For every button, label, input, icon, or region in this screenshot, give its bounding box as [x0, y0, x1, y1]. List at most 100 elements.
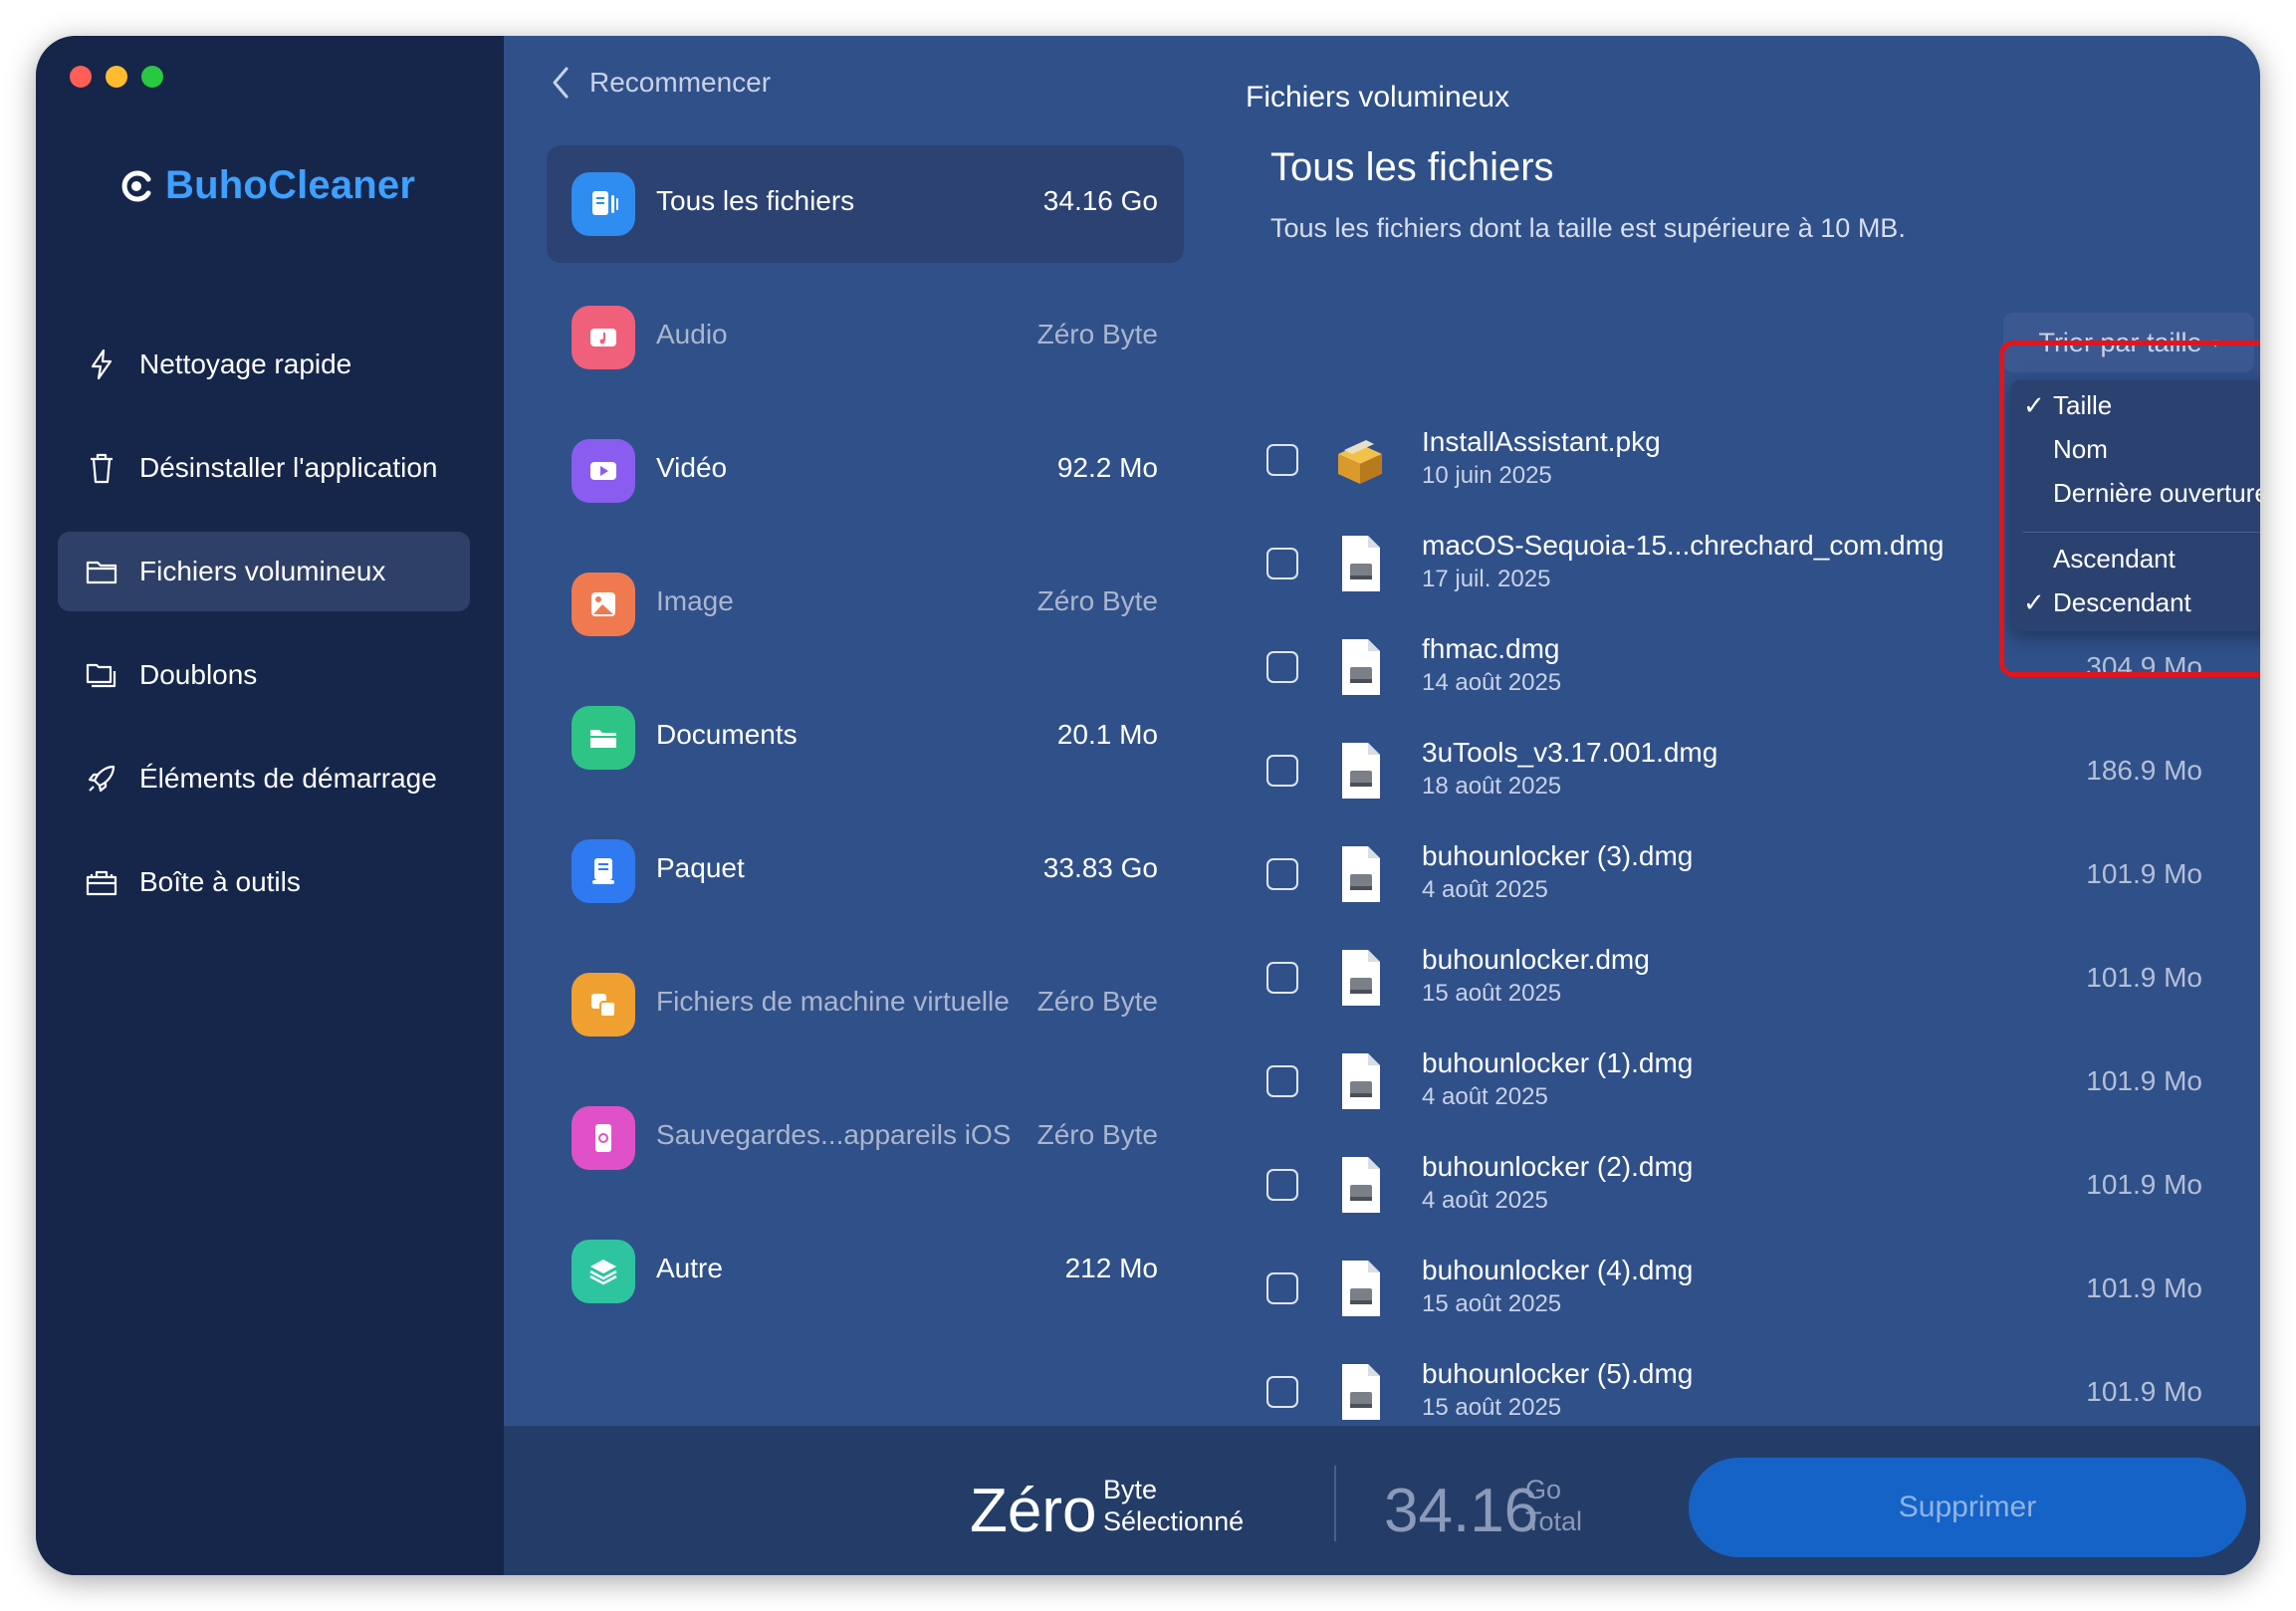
package-icon — [572, 839, 635, 903]
file-size: 101.9 Mo — [2086, 1169, 2202, 1200]
close-window-button[interactable] — [70, 66, 92, 88]
sort-option-label: Taille — [2053, 390, 2113, 420]
category-machine-virtuelle[interactable]: Fichiers de machine virtuelle Zéro Byte — [547, 946, 1184, 1063]
file-row[interactable]: buhounlocker (4).dmg 15 août 2025 101.9 … — [1266, 1237, 2202, 1340]
sort-label: Trier par taille — [2038, 327, 2202, 357]
files-icon — [572, 172, 635, 236]
total-size-label: Total — [1525, 1506, 1583, 1537]
category-label: Documents — [656, 719, 798, 750]
sidebar-item-doublons[interactable]: Doublons — [58, 635, 470, 715]
total-size-caption: Go Total — [1525, 1474, 1582, 1538]
category-label: Paquet — [656, 852, 745, 883]
sidebar-item-label: Doublons — [139, 659, 258, 690]
category-size: Zéro Byte — [1036, 319, 1158, 349]
brand: BuhoCleaner — [119, 163, 415, 208]
category-label: Image — [656, 585, 734, 616]
file-date: 4 août 2025 — [1422, 1083, 1548, 1110]
sidebar-item-boite-outils[interactable]: Boîte à outils — [58, 842, 470, 922]
back-label: Recommencer — [589, 67, 772, 98]
sidebar-item-elements-demarrage[interactable]: Éléments de démarrage — [58, 739, 470, 818]
selected-size-unit: Byte — [1103, 1475, 1158, 1504]
sort-dropdown-button[interactable]: Trier par taille ▾ — [2003, 313, 2254, 372]
folders-icon — [86, 663, 116, 688]
sort-option-ascendant[interactable]: Ascendant — [2011, 538, 2260, 577]
menu-separator — [2023, 532, 2260, 533]
category-size: 92.2 Mo — [1056, 452, 1158, 483]
minimize-window-button[interactable] — [106, 66, 127, 88]
file-name: buhounlocker (3).dmg — [1422, 840, 1694, 871]
category-size: 212 Mo — [1064, 1253, 1158, 1283]
category-paquet[interactable]: Paquet 33.83 Go — [547, 812, 1184, 930]
file-row[interactable]: buhounlocker (2).dmg 4 août 2025 101.9 M… — [1266, 1133, 2202, 1237]
delete-button[interactable]: Supprimer — [1689, 1458, 2246, 1557]
category-size: Zéro Byte — [1036, 585, 1158, 616]
sort-option-taille[interactable]: ✓ Taille — [2011, 384, 2260, 424]
checkmark-icon: ✓ — [2023, 587, 2045, 617]
phone-icon — [572, 1106, 635, 1170]
file-checkbox[interactable] — [1266, 548, 1298, 579]
file-size: 101.9 Mo — [2086, 962, 2202, 993]
file-date: 15 août 2025 — [1422, 1394, 1562, 1421]
category-size: Zéro Byte — [1036, 1119, 1158, 1150]
dmg-icon — [1342, 743, 1380, 799]
sidebar-item-fichiers-volumineux[interactable]: Fichiers volumineux — [58, 532, 470, 611]
bolt-icon — [91, 348, 113, 380]
category-tous-les-fichiers[interactable]: Tous les fichiers 34.16 Go — [547, 145, 1184, 263]
sidebar-item-desinstaller[interactable]: Désinstaller l'application — [58, 428, 470, 508]
category-autre[interactable]: Autre 212 Mo — [547, 1213, 1184, 1330]
category-video[interactable]: Vidéo 92.2 Mo — [547, 412, 1184, 530]
file-row[interactable]: buhounlocker (3).dmg 4 août 2025 101.9 M… — [1266, 822, 2202, 926]
folder-icon — [86, 561, 117, 584]
zoom-window-button[interactable] — [141, 66, 163, 88]
app-window: BuhoCleaner Nettoyage rapide Désinstalle… — [36, 36, 2260, 1575]
category-documents[interactable]: Documents 20.1 Mo — [547, 679, 1184, 797]
file-date: 15 août 2025 — [1422, 980, 1562, 1007]
chevron-left-icon — [553, 67, 569, 99]
category-size: Zéro Byte — [1036, 986, 1158, 1017]
sort-option-label: Nom — [2053, 434, 2108, 464]
file-checkbox[interactable] — [1266, 755, 1298, 787]
toolbox-icon — [86, 870, 117, 896]
sort-option-label: Descendant — [2053, 587, 2191, 617]
sort-option-derniere-ouverture[interactable]: Dernière ouverture — [2011, 472, 2260, 512]
file-date: 10 juin 2025 — [1422, 462, 1552, 489]
category-sauvegardes-ios[interactable]: Sauvegardes...appareils iOS Zéro Byte — [547, 1079, 1184, 1197]
file-checkbox[interactable] — [1266, 1376, 1298, 1408]
music-icon — [572, 306, 635, 369]
file-checkbox[interactable] — [1266, 858, 1298, 890]
category-image[interactable]: Image Zéro Byte — [547, 546, 1184, 663]
file-checkbox[interactable] — [1266, 1272, 1298, 1304]
sort-option-descendant[interactable]: ✓ Descendant — [2011, 581, 2260, 621]
file-row[interactable]: buhounlocker.dmg 15 août 2025 101.9 Mo — [1266, 926, 2202, 1030]
sidebar: BuhoCleaner Nettoyage rapide Désinstalle… — [36, 36, 504, 1575]
category-list: Tous les fichiers 34.16 Go Audio Zéro By… — [547, 145, 1184, 1346]
file-date: 14 août 2025 — [1422, 669, 1562, 696]
back-button[interactable]: Recommencer — [550, 66, 771, 100]
file-checkbox[interactable] — [1266, 1065, 1298, 1097]
bottom-bar: Zéro Byte Sélectionné 34.16 Go Total Sup… — [504, 1426, 2260, 1575]
file-row[interactable]: buhounlocker (1).dmg 4 août 2025 101.9 M… — [1266, 1030, 2202, 1133]
dmg-icon — [1342, 1053, 1380, 1109]
sidebar-nav: Nettoyage rapide Désinstaller l'applicat… — [58, 325, 470, 946]
sidebar-item-nettoyage-rapide[interactable]: Nettoyage rapide — [58, 325, 470, 404]
file-name: InstallAssistant.pkg — [1422, 426, 1661, 457]
file-row[interactable]: 3uTools_v3.17.001.dmg 18 août 2025 186.9… — [1266, 719, 2202, 822]
image-icon — [572, 573, 635, 636]
file-checkbox[interactable] — [1266, 444, 1298, 476]
file-date: 18 août 2025 — [1422, 773, 1562, 800]
file-name: buhounlocker (2).dmg — [1422, 1151, 1694, 1182]
file-name: buhounlocker (4).dmg — [1422, 1255, 1694, 1285]
category-audio[interactable]: Audio Zéro Byte — [547, 279, 1184, 396]
window-controls — [70, 66, 163, 88]
file-checkbox[interactable] — [1266, 962, 1298, 994]
file-name: macOS-Sequoia-15...chrechard_com.dmg — [1422, 530, 1945, 561]
sort-option-label: Dernière ouverture — [2053, 478, 2260, 508]
file-checkbox[interactable] — [1266, 651, 1298, 683]
vm-icon — [572, 973, 635, 1036]
dmg-icon — [1342, 536, 1380, 591]
file-date: 4 août 2025 — [1422, 876, 1548, 903]
sort-option-nom[interactable]: Nom — [2011, 428, 2260, 468]
file-checkbox[interactable] — [1266, 1169, 1298, 1201]
category-size: 33.83 Go — [1042, 852, 1158, 883]
dmg-icon — [1342, 846, 1380, 902]
